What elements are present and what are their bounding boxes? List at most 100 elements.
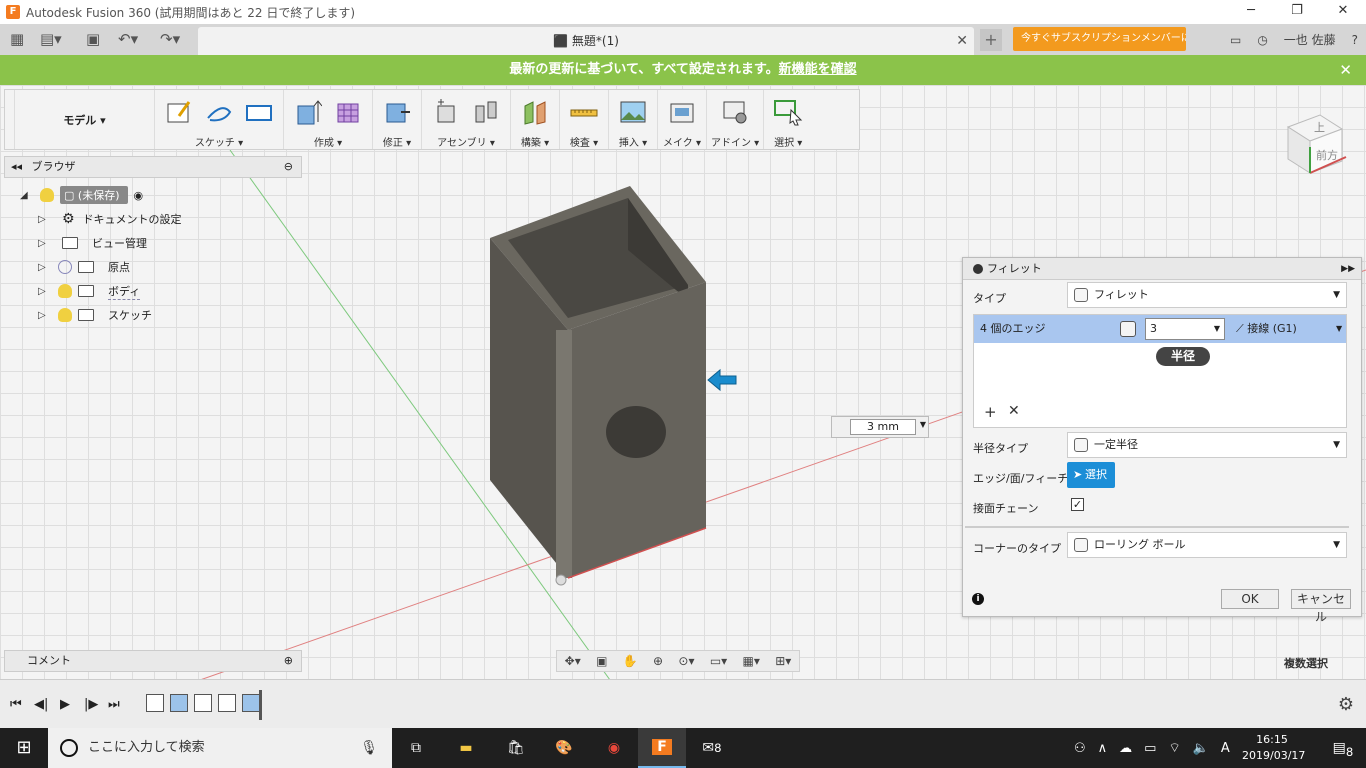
chrome-icon[interactable]: ◉	[590, 728, 638, 768]
notification-center-icon[interactable]: ▤8	[1320, 728, 1366, 768]
add-edge-set-icon[interactable]: +	[984, 403, 997, 421]
form-icon[interactable]	[331, 97, 365, 127]
fillet-dialog-header[interactable]: フィレット ▶▶	[963, 258, 1361, 280]
browser-item-sketches[interactable]: ▷ スケッチ	[38, 304, 152, 326]
add-comment-icon[interactable]: ⊕	[284, 651, 293, 671]
ok-button[interactable]: OK	[1221, 589, 1279, 609]
battery-icon[interactable]: ▭	[1144, 741, 1156, 756]
visibility-bulb-icon[interactable]	[58, 308, 72, 322]
toolbar-group-modify[interactable]: 修正 ▾	[373, 90, 422, 149]
whats-new-link[interactable]: 新機能を確認	[779, 62, 857, 77]
play-icon[interactable]: ▶	[60, 697, 70, 712]
chevron-down-icon[interactable]: ▼	[1214, 319, 1220, 339]
toolbar-group-make[interactable]: メイク ▾	[658, 90, 707, 149]
file-menu-icon[interactable]: ▤▾	[40, 30, 62, 50]
dimension-value[interactable]: 3 mm	[850, 419, 916, 435]
visibility-bulb-icon[interactable]	[58, 284, 72, 298]
press-pull-icon[interactable]	[380, 97, 414, 127]
workspace-selector[interactable]: モデル ▾	[15, 90, 155, 149]
onedrive-cloud-icon[interactable]: ☁	[1119, 741, 1132, 756]
dimension-input[interactable]: 3 mm ▼	[831, 416, 929, 438]
windows-start-icon[interactable]: ⊞	[0, 728, 48, 768]
chevron-down-icon[interactable]: ▼	[1336, 315, 1342, 343]
timeline-extrude-feature[interactable]	[170, 694, 188, 712]
store-icon[interactable]: 🛍	[492, 728, 540, 768]
chevron-down-icon[interactable]: ▼	[1333, 283, 1340, 307]
timeline-extrude-feature[interactable]	[242, 694, 260, 712]
toolbar-group-create[interactable]: 作成 ▾	[284, 90, 373, 149]
step-back-icon[interactable]: ◀|	[34, 697, 48, 712]
browser-item-document-settings[interactable]: ▷ ⚙ ドキュメントの設定	[38, 208, 182, 230]
fit-icon[interactable]: ⊙▾	[678, 654, 694, 668]
collapse-arrow-icon[interactable]: ◢	[20, 190, 34, 201]
expand-arrow-icon[interactable]: ▷	[38, 310, 52, 321]
timeline-hole-feature[interactable]	[194, 694, 212, 712]
wifi-icon[interactable]: ⌔	[1168, 740, 1180, 756]
toolbar-group-assembly[interactable]: アセンブリ ▾	[422, 90, 511, 149]
continuity-dropdown[interactable]: ⟋ 接線 (G1) ▼	[1236, 315, 1342, 343]
joint-icon[interactable]	[469, 97, 503, 127]
corner-type-dropdown[interactable]: ローリング ボール ▼	[1067, 532, 1347, 558]
toolbar-grip[interactable]	[5, 90, 15, 149]
display-settings-icon[interactable]: ▭▾	[710, 654, 727, 668]
toolbar-group-construct[interactable]: 構築 ▾	[511, 90, 560, 149]
volume-icon[interactable]: 🔈	[1193, 741, 1209, 756]
toolbar-group-inspect[interactable]: 検査 ▾	[560, 90, 609, 149]
tray-chevron-up-icon[interactable]: ∧	[1098, 741, 1108, 756]
app-grid-icon[interactable]: ▦	[10, 30, 24, 50]
body-hole[interactable]	[606, 406, 666, 458]
browser-item-origin[interactable]: ▷ 原点	[38, 256, 130, 278]
manipulator-arrow-icon[interactable]	[707, 368, 737, 392]
user-menu[interactable]: 一也 佐藤	[1284, 31, 1336, 48]
extrude-icon[interactable]	[291, 97, 325, 127]
browser-root-row[interactable]: ◢ ▢ (未保存) ◉	[20, 184, 143, 206]
help-icon[interactable]: ?	[1352, 33, 1358, 47]
task-view-icon[interactable]: ⧉	[392, 728, 440, 768]
redo-icon[interactable]: ↷▾	[160, 30, 180, 50]
expand-dialog-icon[interactable]: ▶▶	[1341, 258, 1355, 280]
grid-settings-icon[interactable]: ▦▾	[743, 654, 760, 668]
microphone-icon[interactable]: 🎙	[360, 728, 378, 768]
select-button[interactable]: ➤ 選択	[1067, 462, 1115, 488]
document-tab[interactable]: ⬛ 無題*(1) ✕	[198, 27, 974, 55]
new-component-icon[interactable]	[429, 97, 463, 127]
collapse-browser-icon[interactable]: ◂◂	[11, 160, 22, 173]
delete-edge-set-icon[interactable]: ✕	[1008, 403, 1020, 419]
pan-hand-icon[interactable]: ✋	[623, 654, 638, 668]
go-to-start-icon[interactable]: ⏮	[10, 697, 22, 712]
edge-selection-list[interactable]: 4 個のエッジ 3 ▼ ⟋ 接線 (G1) ▼ 半径 + ✕	[973, 314, 1347, 428]
browser-panel-header[interactable]: ◂◂ ブラウザ ⊖	[4, 156, 302, 178]
toolbar-group-select[interactable]: 選択 ▾	[764, 90, 812, 149]
info-icon[interactable]: i	[972, 593, 984, 605]
taskbar-clock[interactable]: 16:15 2019/03/17	[1242, 732, 1305, 764]
timeline-marker[interactable]	[259, 690, 262, 720]
edge-set-row[interactable]: 4 個のエッジ 3 ▼ ⟋ 接線 (G1) ▼	[974, 315, 1346, 343]
tangent-chain-checkbox[interactable]: ✓	[1071, 498, 1084, 511]
activate-radio-icon[interactable]: ◉	[134, 189, 144, 202]
radius-type-dropdown[interactable]: 一定半径 ▼	[1067, 432, 1347, 458]
toolbar-group-insert[interactable]: 挿入 ▾	[609, 90, 658, 149]
mail-icon[interactable]: ✉ 8	[688, 728, 736, 768]
browser-item-named-views[interactable]: ▷ ビュー管理	[38, 232, 147, 254]
close-notice-button[interactable]: ✕	[1339, 55, 1352, 85]
chevron-down-icon[interactable]: ▼	[1333, 433, 1340, 457]
go-to-end-icon[interactable]: ⏭	[108, 697, 120, 712]
visibility-bulb-icon[interactable]	[40, 188, 54, 202]
radius-value[interactable]: 3	[1150, 322, 1157, 335]
body-fillet-edge[interactable]	[556, 330, 572, 578]
expand-arrow-icon[interactable]: ▷	[38, 262, 52, 273]
select-tool-icon[interactable]	[771, 97, 805, 127]
measure-icon[interactable]	[567, 97, 601, 127]
spline-icon[interactable]	[202, 97, 236, 127]
viewcube-top-label[interactable]: 上	[1314, 121, 1325, 134]
fusion-taskbar-icon[interactable]: F	[638, 728, 686, 768]
cancel-button[interactable]: キャンセル	[1291, 589, 1351, 624]
subscribe-button[interactable]: 今すぐサブスクリプションメンバーに...	[1013, 27, 1186, 51]
type-dropdown[interactable]: フィレット ▼	[1067, 282, 1347, 308]
timeline-sketch-feature[interactable]	[146, 694, 164, 712]
toolbar-group-addins[interactable]: アドイン ▾	[707, 90, 765, 149]
3d-print-icon[interactable]	[665, 97, 699, 127]
chevron-down-icon[interactable]: ▼	[1333, 533, 1340, 557]
rectangle-icon[interactable]	[242, 97, 276, 127]
save-icon[interactable]: ▣	[86, 30, 100, 50]
